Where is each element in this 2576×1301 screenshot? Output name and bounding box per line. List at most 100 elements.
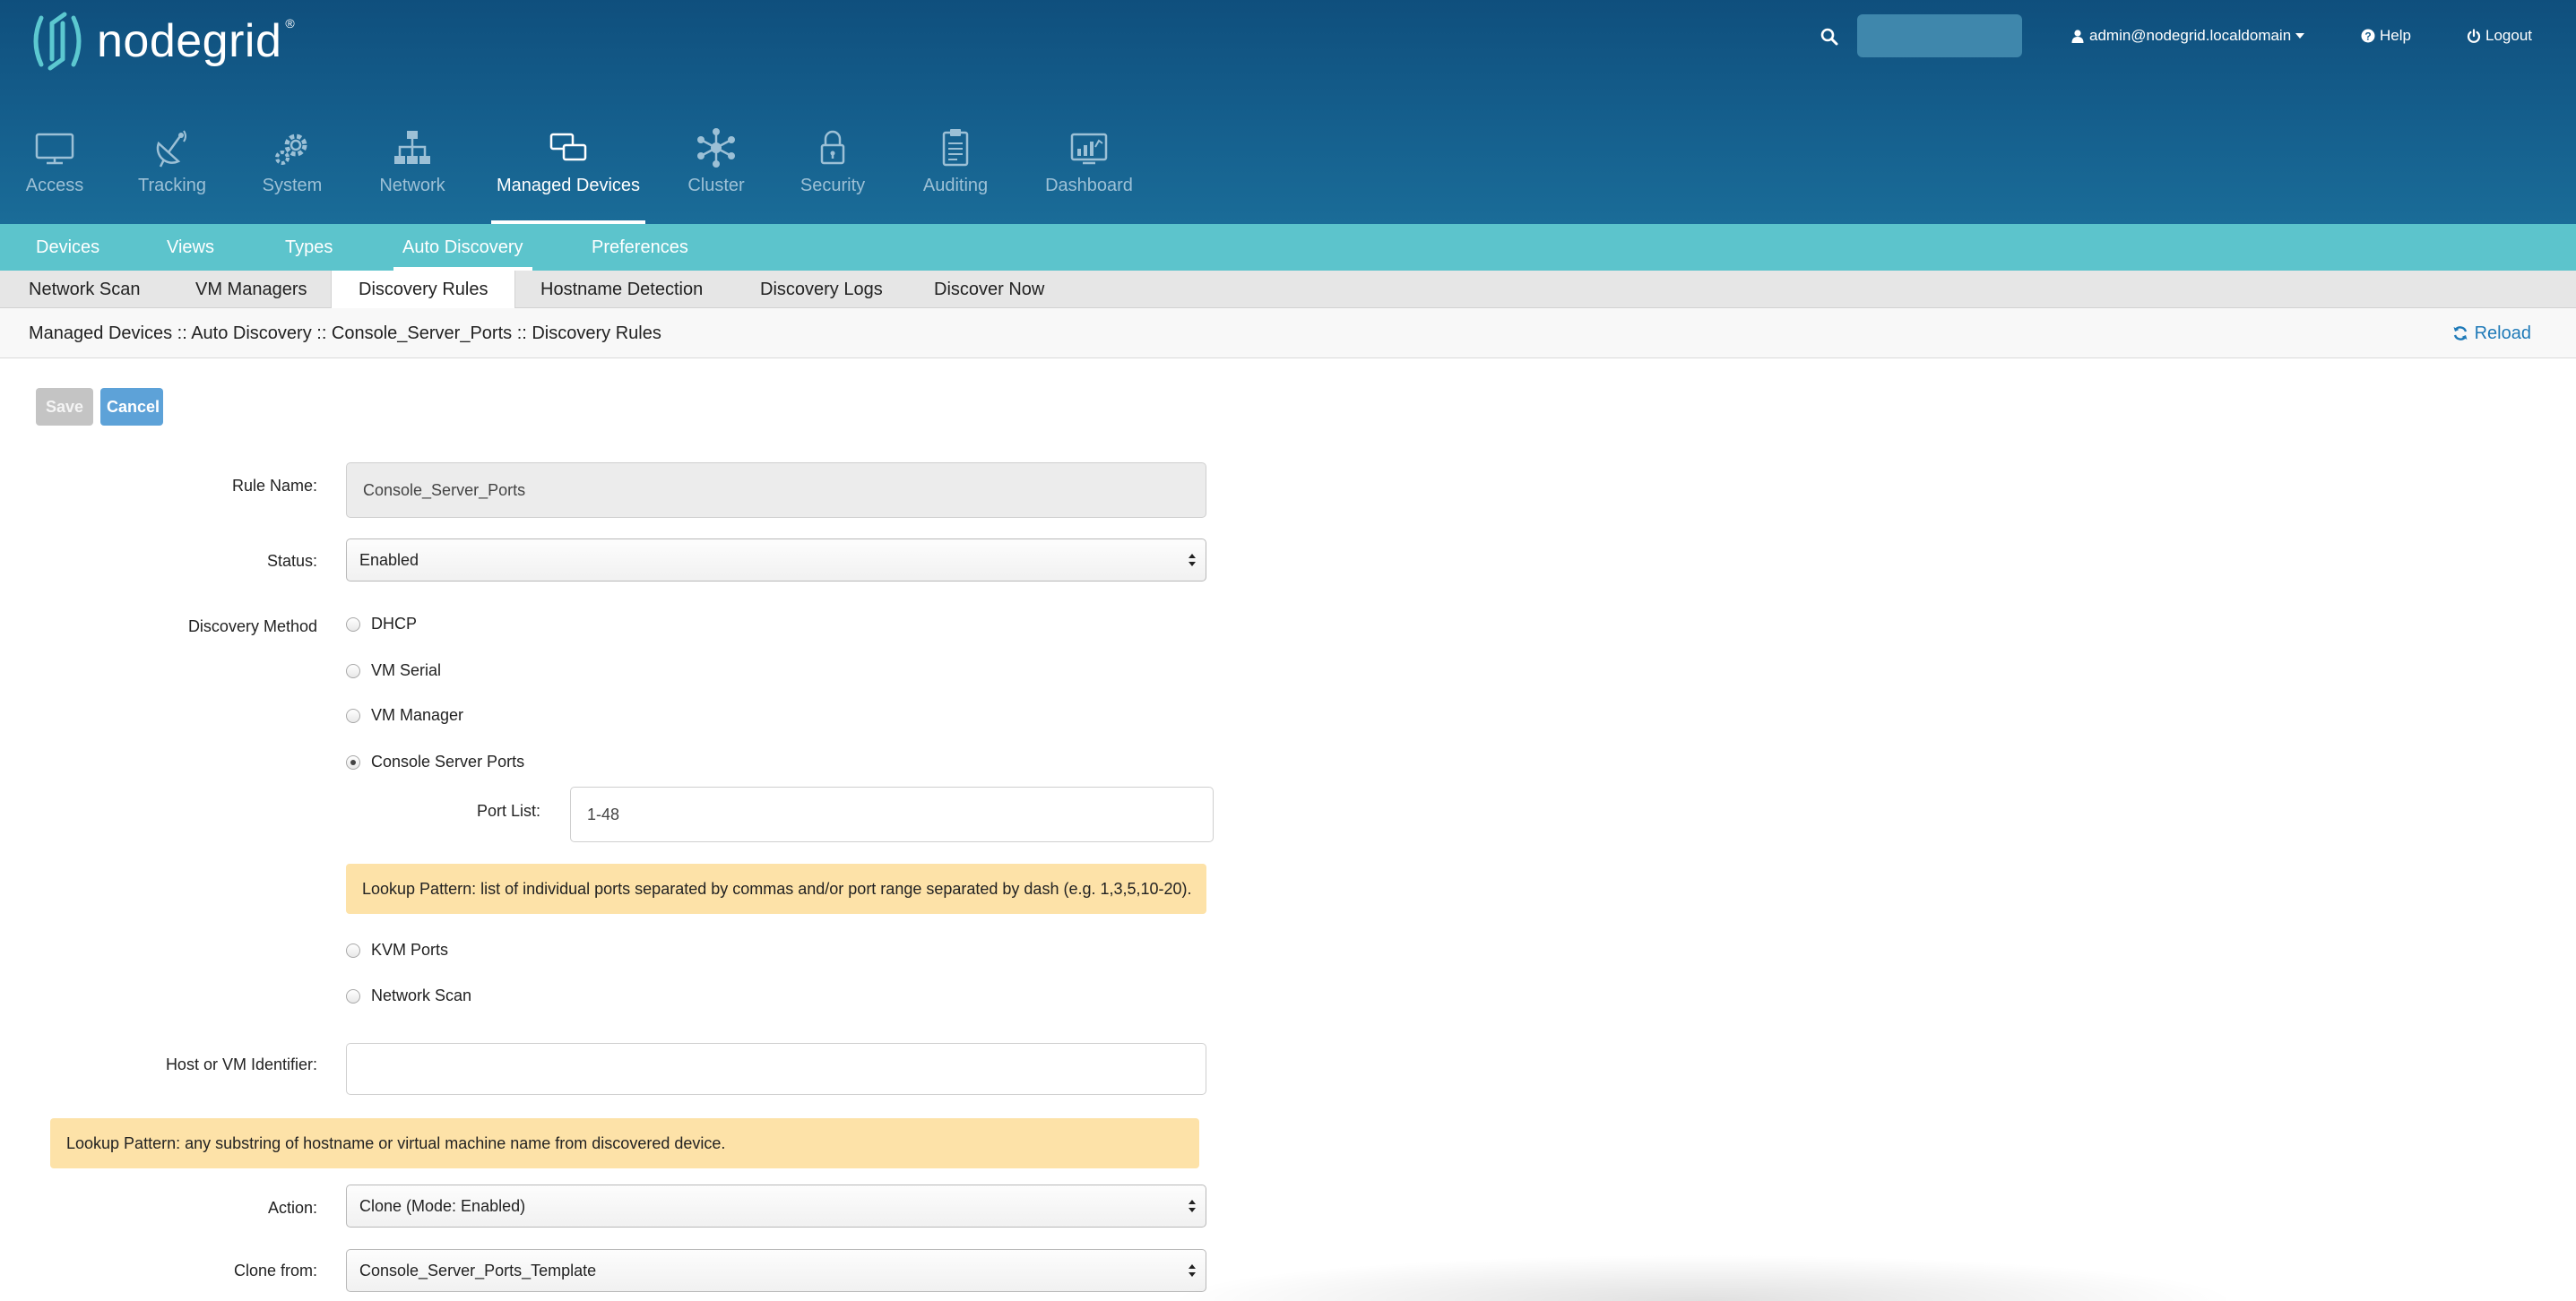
action-label: Action: xyxy=(267,1199,317,1217)
tab-views[interactable]: Views xyxy=(167,224,214,271)
logout-link[interactable]: Logout xyxy=(2467,27,2532,45)
port-list-input[interactable]: 1-48 xyxy=(570,787,1214,842)
tab-discover-now[interactable]: Discover Now xyxy=(907,271,1071,308)
help-link[interactable]: ? Help xyxy=(2361,27,2411,45)
reload-button[interactable]: Reload xyxy=(2452,308,2531,358)
tab-types[interactable]: Types xyxy=(285,224,333,271)
nav-label: Tracking xyxy=(138,176,206,195)
help-label: Help xyxy=(2380,27,2411,44)
method-dhcp-label: DHCP xyxy=(371,615,418,633)
tab-discovery-rules[interactable]: Discovery Rules xyxy=(331,271,516,309)
method-vm-manager-radio[interactable] xyxy=(346,708,360,723)
section-tabs: Devices Views Types Auto Discovery Prefe… xyxy=(0,224,2576,271)
nav-label: System xyxy=(262,176,323,195)
breadcrumb-bar: Managed Devices :: Auto Discovery :: Con… xyxy=(0,308,2576,358)
nav-label: Network xyxy=(379,176,445,195)
brand-name: nodegrid xyxy=(97,15,282,67)
host-identifier-label: Host or VM Identifier: xyxy=(165,1055,317,1073)
method-kvm-ports-option[interactable]: KVM Ports xyxy=(346,941,448,960)
bottom-shadow xyxy=(1165,1254,2241,1301)
nodegrid-logo-mark-icon xyxy=(33,12,82,71)
chevron-down-icon xyxy=(2295,33,2305,39)
tab-preferences[interactable]: Preferences xyxy=(592,224,688,271)
top-header: nodegrid ® admin@nodegrid.localdomain ? … xyxy=(0,0,2576,224)
breadcrumb: Managed Devices :: Auto Discovery :: Con… xyxy=(29,323,661,343)
method-console-server-ports-radio[interactable] xyxy=(346,754,360,770)
logout-label: Logout xyxy=(2485,27,2532,44)
cluster-icon xyxy=(697,128,735,168)
status-select[interactable]: Enabled xyxy=(346,538,1206,582)
tab-discovery-logs[interactable]: Discovery Logs xyxy=(733,271,910,308)
lock-icon xyxy=(820,130,845,165)
nav-access[interactable]: Access xyxy=(18,122,91,224)
nav-tracking[interactable]: Tracking xyxy=(131,122,213,224)
nav-dashboard[interactable]: Dashboard xyxy=(1040,122,1138,224)
nav-managed-devices[interactable]: Managed Devices xyxy=(491,122,645,224)
method-vm-manager-label: VM Manager xyxy=(371,706,464,724)
nav-label: Cluster xyxy=(687,176,745,195)
auto-discovery-tabs: Network Scan VM Managers Discovery Rules… xyxy=(0,271,2576,309)
devices-icon xyxy=(549,133,587,161)
rule-name-field[interactable]: Console_Server_Ports xyxy=(346,462,1206,518)
host-identifier-input[interactable] xyxy=(346,1043,1206,1095)
registered-mark: ® xyxy=(285,16,295,30)
method-console-server-ports-option[interactable]: Console Server Ports xyxy=(346,753,524,771)
method-network-scan-option[interactable]: Network Scan xyxy=(346,987,471,1005)
gears-icon xyxy=(275,134,307,165)
host-identifier-hint: Lookup Pattern: any substring of hostnam… xyxy=(50,1118,1199,1168)
select-arrows-icon xyxy=(1189,554,1196,566)
method-kvm-ports-radio[interactable] xyxy=(346,943,360,958)
monitor-icon xyxy=(35,133,74,165)
svg-text:?: ? xyxy=(2364,30,2371,42)
nav-network[interactable]: Network xyxy=(371,122,454,224)
port-list-label: Port List: xyxy=(477,802,541,820)
status-selected-value: Enabled xyxy=(359,550,419,569)
method-network-scan-label: Network Scan xyxy=(371,987,472,1004)
user-menu[interactable]: admin@nodegrid.localdomain xyxy=(2070,27,2305,45)
nodegrid-logo[interactable]: nodegrid ® xyxy=(25,9,295,73)
nav-cluster[interactable]: Cluster xyxy=(681,122,751,224)
cancel-button[interactable]: Cancel xyxy=(100,388,163,426)
clone-from-select[interactable]: Console_Server_Ports_Template xyxy=(346,1249,1206,1292)
clone-from-label: Clone from: xyxy=(233,1262,317,1279)
search-icon[interactable] xyxy=(1820,27,1839,47)
discovery-method-label: Discovery Method xyxy=(187,617,317,635)
nav-label: Access xyxy=(25,176,84,195)
select-arrows-icon xyxy=(1189,1200,1196,1212)
tab-vm-managers[interactable]: VM Managers xyxy=(169,271,334,308)
nav-label: Security xyxy=(800,176,866,195)
question-circle-icon: ? xyxy=(2361,29,2375,43)
method-dhcp-radio[interactable] xyxy=(346,616,360,632)
nav-label: Auditing xyxy=(922,176,989,195)
method-vm-serial-label: VM Serial xyxy=(371,661,442,679)
method-vm-manager-option[interactable]: VM Manager xyxy=(346,706,463,725)
save-button[interactable]: Save xyxy=(36,388,93,426)
method-dhcp-option[interactable]: DHCP xyxy=(346,615,417,633)
method-kvm-ports-label: KVM Ports xyxy=(371,941,449,959)
method-vm-serial-option[interactable]: VM Serial xyxy=(346,661,441,680)
dashboard-icon xyxy=(1070,133,1108,165)
port-list-hint: Lookup Pattern: list of individual ports… xyxy=(346,864,1206,914)
user-name: admin@nodegrid.localdomain xyxy=(2089,27,2292,44)
search-input[interactable] xyxy=(1857,14,2022,57)
status-label: Status: xyxy=(266,552,317,570)
nav-label: Dashboard xyxy=(1045,176,1133,195)
tab-devices[interactable]: Devices xyxy=(36,224,99,271)
tab-auto-discovery[interactable]: Auto Discovery xyxy=(393,224,532,271)
method-network-scan-radio[interactable] xyxy=(346,988,360,1004)
network-tree-icon xyxy=(394,131,430,164)
nav-auditing[interactable]: Auditing xyxy=(916,122,995,224)
tab-network-scan[interactable]: Network Scan xyxy=(2,271,168,308)
nav-label: Managed Devices xyxy=(496,176,641,195)
rule-name-label: Rule Name: xyxy=(231,477,317,495)
action-select[interactable]: Clone (Mode: Enabled) xyxy=(346,1185,1206,1228)
method-vm-serial-radio[interactable] xyxy=(346,663,360,678)
nav-security[interactable]: Security xyxy=(791,122,875,224)
tab-hostname-detection[interactable]: Hostname Detection xyxy=(514,271,730,308)
user-icon xyxy=(2071,30,2084,43)
method-console-server-ports-label: Console Server Ports xyxy=(371,753,525,771)
satellite-dish-icon xyxy=(156,130,186,168)
nav-system[interactable]: System xyxy=(255,122,330,224)
clipboard-icon xyxy=(942,129,969,167)
clone-from-selected-value: Console_Server_Ports_Template xyxy=(359,1261,597,1279)
